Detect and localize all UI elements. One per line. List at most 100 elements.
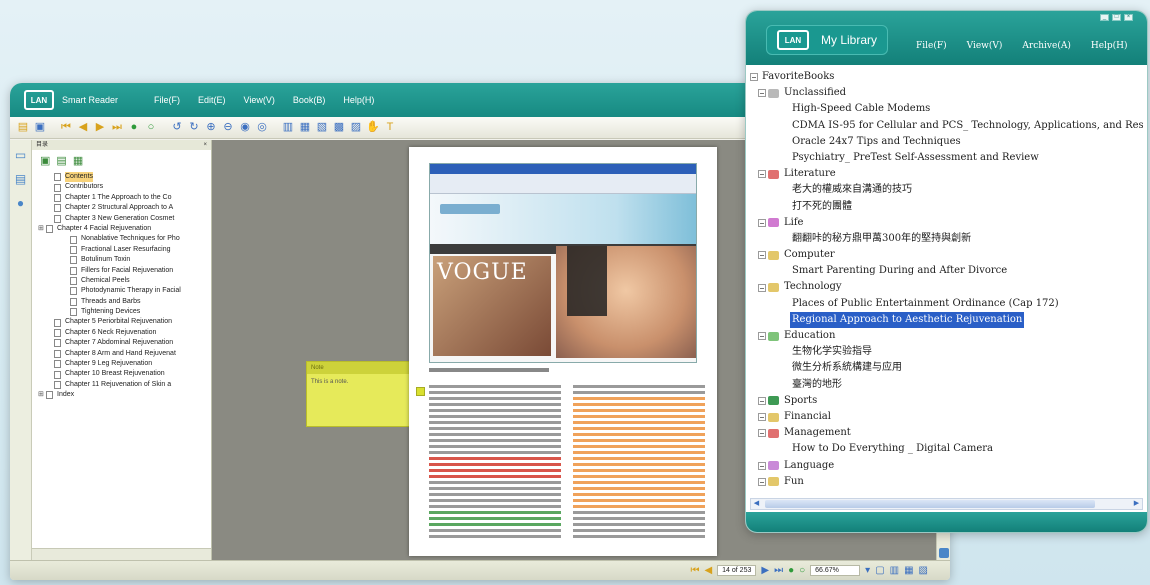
collapse-icon[interactable] bbox=[758, 413, 766, 422]
zoom-dropdown-icon[interactable]: ▾ bbox=[865, 565, 870, 576]
toc-close-icon[interactable]: × bbox=[203, 140, 207, 150]
collapse-icon[interactable] bbox=[758, 251, 766, 260]
last-page-icon[interactable]: ⏭ bbox=[110, 121, 124, 135]
scroll-left-icon[interactable]: ◀ bbox=[752, 500, 761, 508]
toc-item[interactable]: Chapter 6 Neck Rejuvenation bbox=[32, 328, 211, 338]
toc-refresh-icon[interactable]: ▦ bbox=[73, 154, 83, 168]
rotate-left-icon[interactable]: ↺ bbox=[170, 121, 184, 135]
toc-item[interactable]: Chapter 10 Breast Rejuvenation bbox=[32, 369, 211, 379]
status-grid-icon[interactable]: ▦ bbox=[904, 565, 913, 576]
pages-icon[interactable]: ▭ bbox=[14, 148, 28, 164]
toc-item[interactable]: Botulinum Toxin bbox=[32, 255, 211, 265]
toc-expand-icon[interactable]: ▣ bbox=[40, 154, 50, 168]
close-icon[interactable]: × bbox=[1124, 14, 1133, 21]
rotate-right-icon[interactable]: ↻ bbox=[187, 121, 201, 135]
tree-book[interactable]: Smart Parenting During and After Divorce bbox=[750, 263, 1143, 279]
scrollbar-thumb[interactable] bbox=[765, 500, 1095, 508]
toc-item[interactable]: Chemical Peels bbox=[32, 276, 211, 286]
collapse-icon[interactable] bbox=[758, 461, 766, 470]
page-number-field[interactable]: 14 of 253 bbox=[717, 565, 757, 576]
toc-collapse-icon[interactable]: ▤ bbox=[56, 154, 66, 168]
tree-book[interactable]: CDMA IS-95 for Cellular and PCS_ Technol… bbox=[750, 118, 1143, 134]
tree-book[interactable]: Psychiatry_ PreTest Self-Assessment and … bbox=[750, 150, 1143, 166]
status-continuous-icon[interactable]: ▧ bbox=[919, 565, 928, 576]
tree-category[interactable]: Unclassified bbox=[750, 85, 1143, 101]
note-body[interactable]: This is a note. bbox=[307, 374, 413, 390]
toc-item[interactable]: Threads and Barbs bbox=[32, 297, 211, 307]
tree-book[interactable]: High-Speed Cable Modems bbox=[750, 101, 1143, 117]
save-icon[interactable]: ▣ bbox=[33, 121, 47, 135]
tree-book[interactable]: 翻翻咔的秘方鼎甲萬300年的堅持與創新 bbox=[750, 231, 1143, 247]
toc-item[interactable]: Chapter 8 Arm and Hand Rejuvenat bbox=[32, 349, 211, 359]
toc-item[interactable]: Tightening Devices bbox=[32, 307, 211, 317]
prev-page-icon[interactable]: ◀ bbox=[76, 121, 90, 135]
toc-item[interactable]: Nonablative Techniques for Pho bbox=[32, 234, 211, 244]
status-last-page-icon[interactable]: ⏭ bbox=[774, 565, 783, 576]
zoom-in-icon[interactable]: ⊕ bbox=[204, 121, 218, 135]
tree-book[interactable]: Oracle 24x7 Tips and Techniques bbox=[750, 134, 1143, 150]
status-next-page-icon[interactable]: ▶ bbox=[761, 565, 769, 576]
library-horizontal-scrollbar[interactable]: ◀ ▶ bbox=[750, 498, 1143, 510]
status-first-page-icon[interactable]: ⏮ bbox=[690, 565, 699, 576]
collapse-icon[interactable] bbox=[758, 396, 766, 405]
tree-book[interactable]: How to Do Everything _ Digital Camera bbox=[750, 441, 1143, 457]
toc-item[interactable]: Chapter 3 New Generation Cosmet bbox=[32, 214, 211, 224]
expand-icon[interactable]: ⊞ bbox=[38, 390, 46, 400]
scroll-down-icon[interactable] bbox=[939, 548, 949, 558]
tree-book[interactable]: Places of Public Entertainment Ordinance… bbox=[750, 296, 1143, 312]
library-menu-view[interactable]: View(V) bbox=[967, 41, 1003, 51]
tree-book[interactable]: Regional Approach to Aesthetic Rejuvenat… bbox=[750, 311, 1143, 328]
collapse-icon[interactable] bbox=[758, 429, 766, 438]
tree-book[interactable]: 微生分析系統構建与应用 bbox=[750, 360, 1143, 376]
toc-item[interactable]: Chapter 9 Leg Rejuvenation bbox=[32, 359, 211, 369]
tree-category[interactable]: Literature bbox=[750, 166, 1143, 182]
tree-category[interactable]: Fun bbox=[750, 474, 1143, 490]
zoom-field[interactable]: 66.67% bbox=[810, 565, 861, 576]
sticky-note[interactable]: Note This is a note. bbox=[306, 361, 414, 427]
print-icon[interactable]: ▩ bbox=[332, 121, 346, 135]
tree-category[interactable]: Computer bbox=[750, 247, 1143, 263]
status-two-page-icon[interactable]: ▥ bbox=[890, 565, 899, 576]
toc-horizontal-scrollbar[interactable] bbox=[32, 548, 211, 560]
library-menu-archive[interactable]: Archive(A) bbox=[1022, 41, 1070, 51]
next-page-icon[interactable]: ▶ bbox=[93, 121, 107, 135]
expand-icon[interactable]: ⊞ bbox=[38, 224, 46, 234]
single-page-icon[interactable]: ▥ bbox=[281, 121, 295, 135]
toc-item[interactable]: Fractional Laser Resurfacing bbox=[32, 245, 211, 255]
collapse-icon[interactable] bbox=[750, 73, 758, 82]
notes-icon[interactable]: ● bbox=[14, 196, 28, 212]
collapse-icon[interactable] bbox=[758, 218, 766, 227]
tree-book[interactable]: 臺灣的地形 bbox=[750, 377, 1143, 393]
menu-help[interactable]: Help(H) bbox=[343, 95, 374, 105]
toc-item[interactable]: Photodynamic Therapy in Facial bbox=[32, 286, 211, 296]
hand-tool-icon[interactable]: ✋ bbox=[366, 121, 380, 135]
collapse-icon[interactable] bbox=[758, 170, 766, 179]
toc-item[interactable]: Chapter 2 Structural Approach to A bbox=[32, 203, 211, 213]
collapse-icon[interactable] bbox=[758, 283, 766, 292]
toc-icon[interactable]: ▤ bbox=[14, 172, 28, 188]
scroll-right-icon[interactable]: ▶ bbox=[1132, 500, 1141, 508]
open-icon[interactable]: ▤ bbox=[16, 121, 30, 135]
tree-category[interactable]: Management bbox=[750, 425, 1143, 441]
maximize-icon[interactable]: □ bbox=[1112, 14, 1121, 21]
menu-view[interactable]: View(V) bbox=[244, 95, 275, 105]
collapse-icon[interactable] bbox=[758, 89, 766, 98]
toc-item[interactable]: Fillers for Facial Rejuvenation bbox=[32, 266, 211, 276]
toc-item[interactable]: Chapter 7 Abdominal Rejuvenation bbox=[32, 338, 211, 348]
collapse-icon[interactable] bbox=[758, 332, 766, 341]
menu-file[interactable]: File(F) bbox=[154, 95, 180, 105]
collapse-icon[interactable] bbox=[758, 477, 766, 486]
tree-root[interactable]: FavoriteBooks bbox=[750, 69, 1143, 85]
go-icon[interactable]: ● bbox=[127, 121, 141, 135]
tree-book[interactable]: 打不死的團體 bbox=[750, 199, 1143, 215]
toc-item[interactable]: ⊞ Index bbox=[32, 390, 211, 400]
page-note-marker-icon[interactable] bbox=[416, 387, 425, 396]
tree-book[interactable]: 生物化学实验指导 bbox=[750, 344, 1143, 360]
status-prev-page-icon[interactable]: ◀ bbox=[704, 565, 712, 576]
tree-category[interactable]: Life bbox=[750, 215, 1143, 231]
tree-category[interactable]: Language bbox=[750, 458, 1143, 474]
status-single-page-icon[interactable]: ▢ bbox=[875, 565, 884, 576]
library-tab[interactable]: LAN My Library bbox=[766, 25, 888, 55]
zoom-out-icon[interactable]: ⊖ bbox=[221, 121, 235, 135]
tree-book[interactable]: 老大的權威來自溝通的技巧 bbox=[750, 182, 1143, 198]
